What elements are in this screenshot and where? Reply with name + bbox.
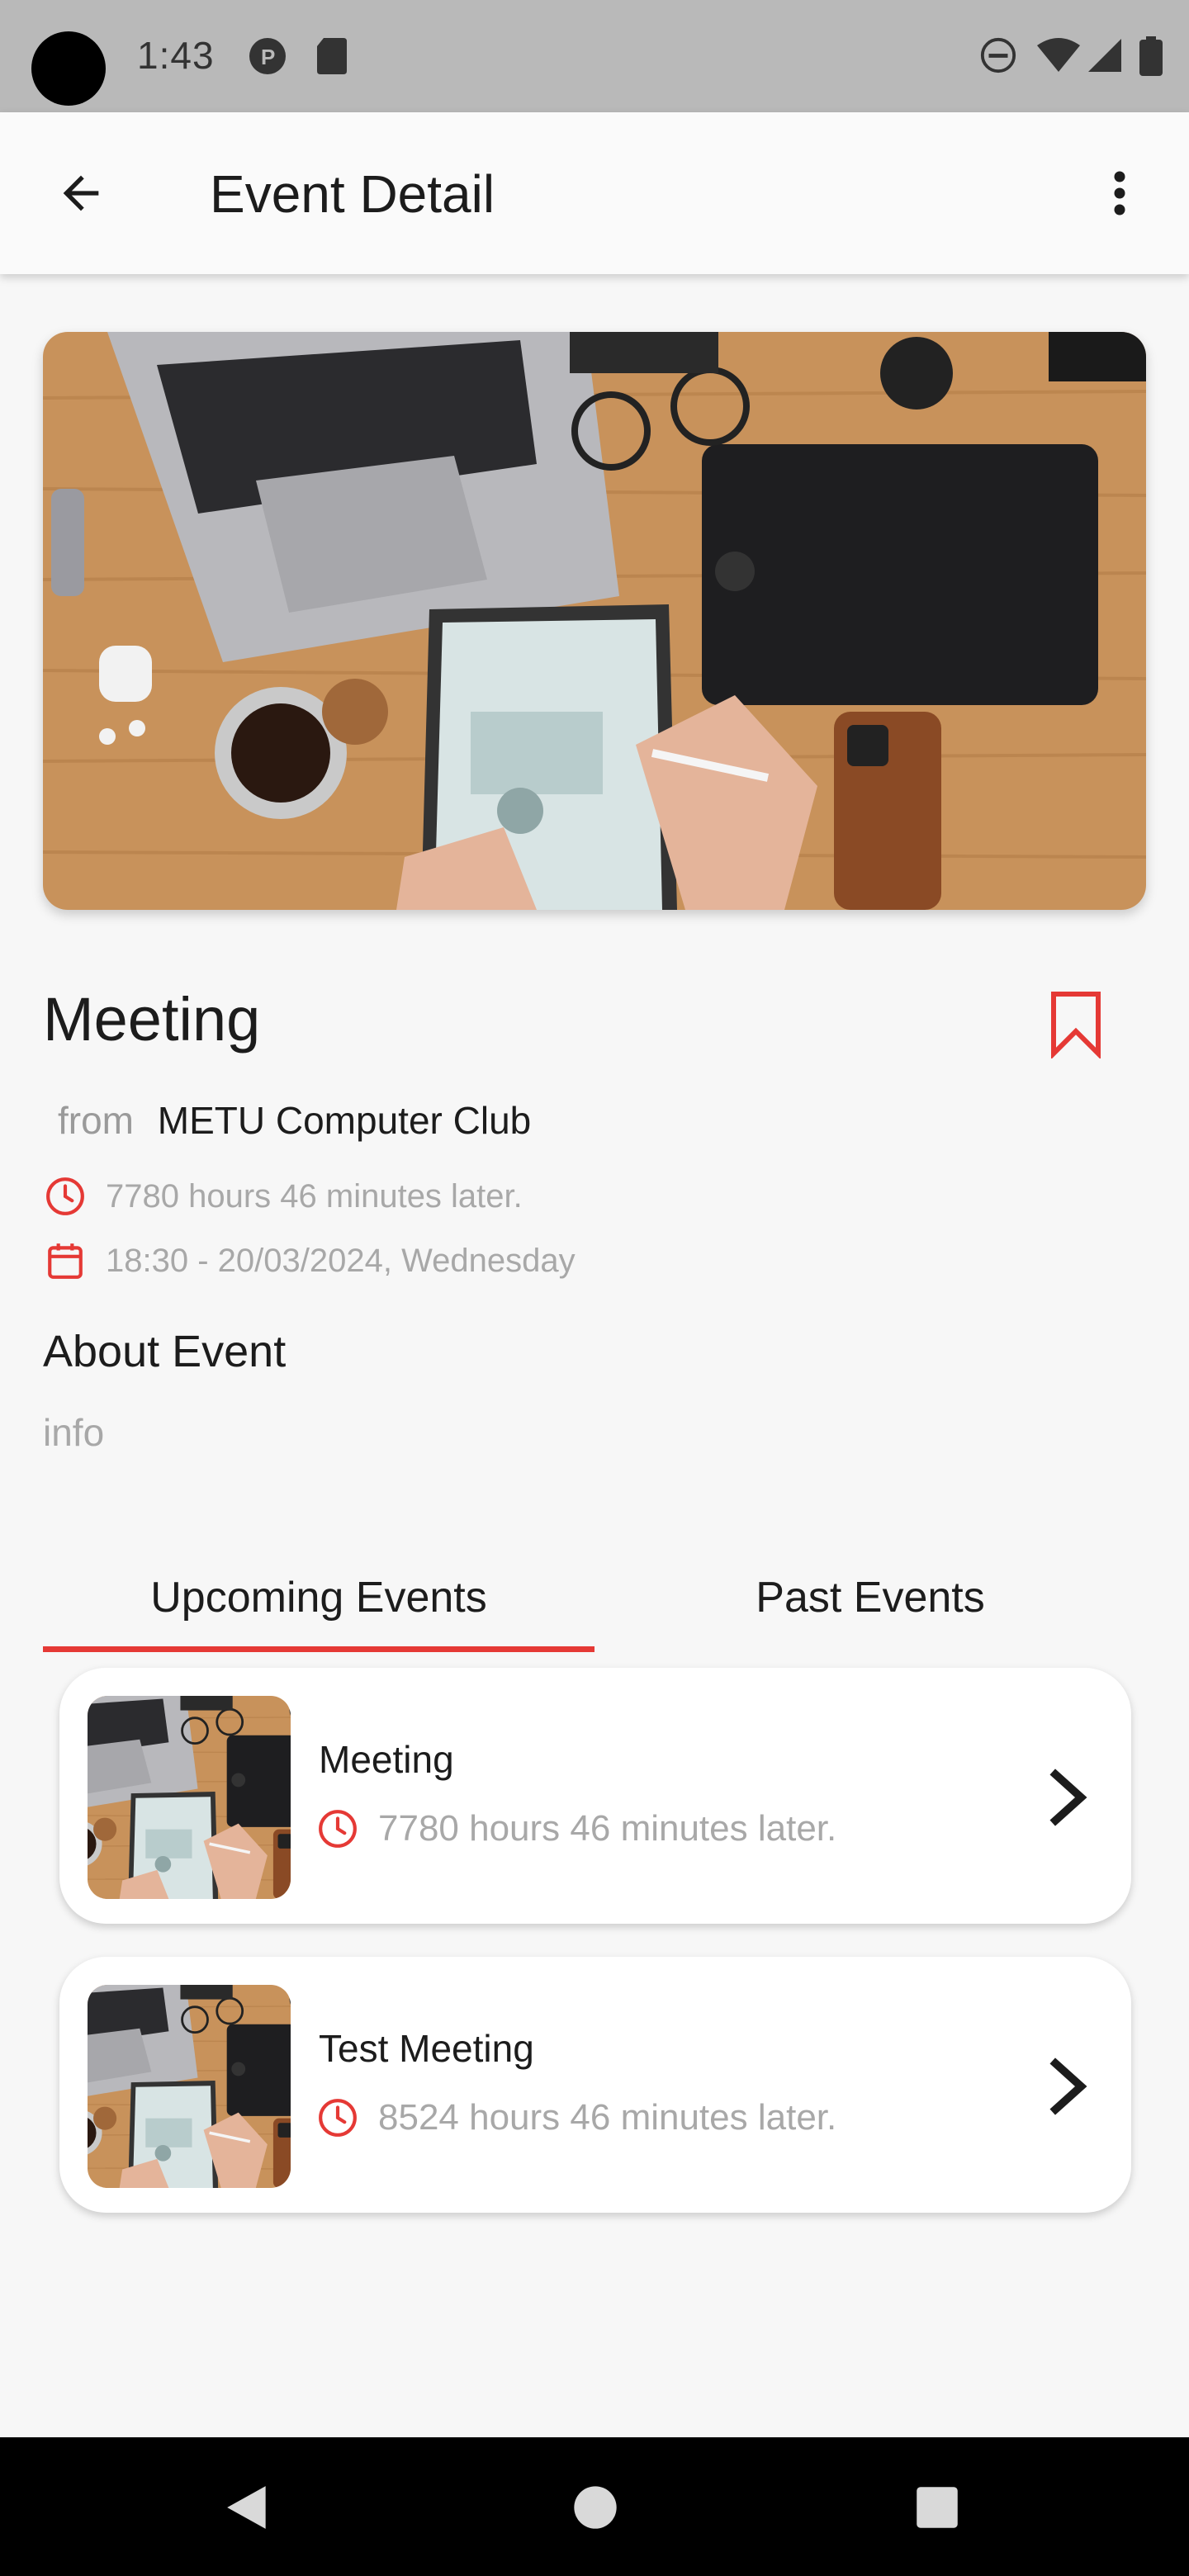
home-circle-icon (574, 2486, 617, 2529)
event-title: Meeting (43, 985, 261, 1054)
clock-icon (46, 1177, 84, 1215)
open-event-button[interactable] (1034, 1760, 1100, 1835)
clock-icon (319, 2099, 357, 2137)
desk-workspace-photo (43, 332, 1146, 910)
back-button[interactable] (41, 154, 121, 233)
more-options-button[interactable] (1088, 154, 1151, 233)
event-item-title: Meeting (319, 1738, 454, 1781)
about-heading: About Event (43, 1327, 287, 1376)
app-bar: Event Detail (0, 112, 1189, 274)
event-list-item[interactable]: Meeting 7780 hours 46 minutes later. (59, 1668, 1131, 1924)
desk-workspace-photo (88, 1696, 291, 1899)
chevron-right-icon (1049, 1769, 1087, 1826)
sd-card-icon (317, 38, 347, 74)
nav-home-button[interactable] (550, 2462, 641, 2553)
calendar-icon (48, 1243, 83, 1279)
status-time: 1:43 (137, 34, 215, 77)
nav-recents-button[interactable] (892, 2462, 983, 2553)
arrow-back-icon (63, 175, 99, 211)
about-body: info (43, 1411, 105, 1454)
bookmark-button[interactable] (1049, 989, 1103, 1060)
event-list-item[interactable]: Test Meeting 8524 hours 46 minutes later… (59, 1957, 1131, 2213)
organizer-name[interactable]: METU Computer Club (158, 1099, 531, 1142)
tab-upcoming-events[interactable]: Upcoming Events (43, 1544, 594, 1651)
signal-icon (1088, 39, 1121, 72)
recents-square-icon (917, 2487, 958, 2528)
system-nav-bar (0, 2437, 1189, 2576)
event-item-title: Test Meeting (319, 2027, 534, 2070)
bookmark-icon (1051, 992, 1101, 1060)
datetime-row: 18:30 - 20/03/2024, Wednesday (45, 1240, 576, 1281)
camera-cutout (31, 31, 106, 106)
status-bar: 1:43 P (0, 0, 1189, 112)
event-item-time-row: 7780 hours 46 minutes later. (317, 1808, 836, 1849)
time-until-text: 7780 hours 46 minutes later. (106, 1177, 523, 1215)
event-hero-image (43, 332, 1146, 910)
open-event-button[interactable] (1034, 2049, 1100, 2124)
page-title: Event Detail (210, 164, 495, 224)
battery-icon (1139, 36, 1163, 76)
event-item-time-text: 7780 hours 46 minutes later. (378, 1808, 837, 1849)
organizer-row: from METU Computer Club (58, 1098, 531, 1143)
tab-past-events[interactable]: Past Events (594, 1544, 1146, 1651)
wifi-icon (1037, 38, 1080, 72)
screen: 1:43 P Event Detail Meeting from METU Co… (0, 0, 1189, 2576)
svg-text:P: P (261, 45, 275, 69)
desk-workspace-photo (88, 1985, 291, 2188)
from-label: from (58, 1099, 134, 1142)
clock-icon (319, 1810, 357, 1848)
event-item-time-row: 8524 hours 46 minutes later. (317, 2097, 836, 2138)
do-not-disturb-icon (980, 37, 1016, 73)
event-thumbnail (88, 1985, 291, 2188)
chevron-right-icon (1049, 2057, 1087, 2115)
more-vert-icon (1114, 171, 1125, 215)
event-thumbnail (88, 1696, 291, 1899)
time-until-row: 7780 hours 46 minutes later. (45, 1176, 523, 1217)
active-tab-indicator (43, 1646, 594, 1652)
event-item-time-text: 8524 hours 46 minutes later. (378, 2097, 837, 2138)
nav-back-button[interactable] (203, 2462, 294, 2553)
back-triangle-icon (227, 2486, 266, 2529)
notification-p-icon: P (249, 38, 286, 74)
datetime-text: 18:30 - 20/03/2024, Wednesday (106, 1242, 576, 1279)
